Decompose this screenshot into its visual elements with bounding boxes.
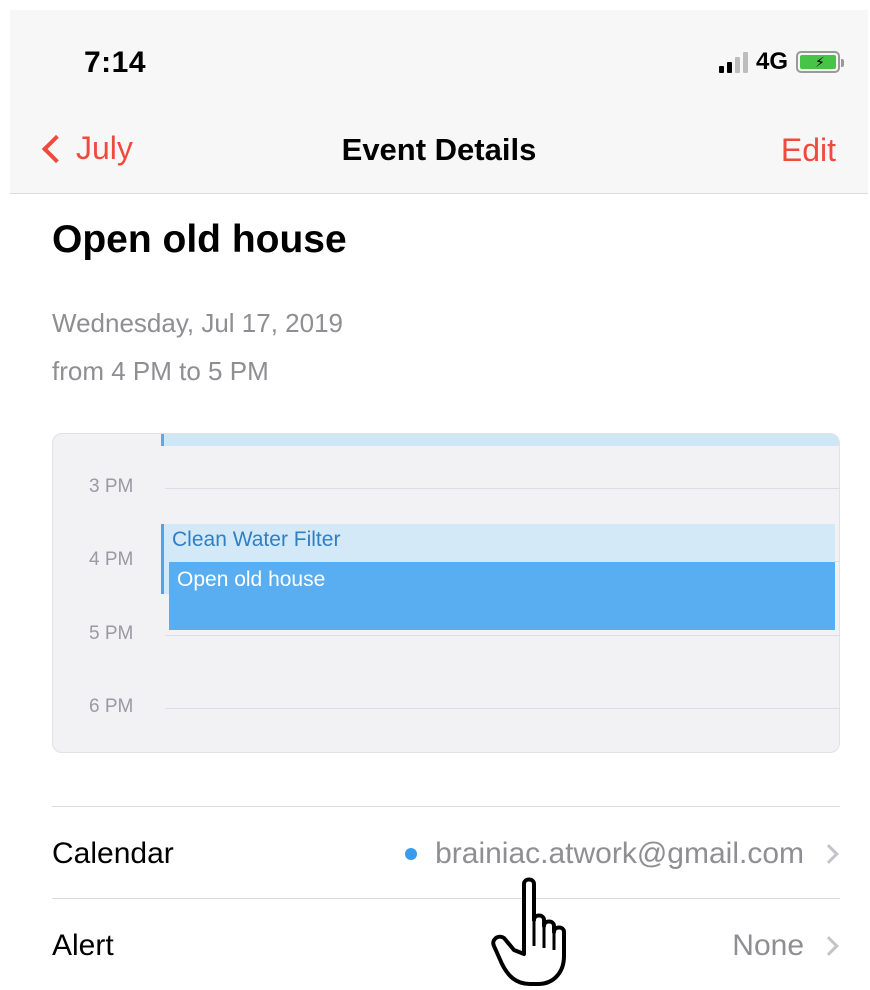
hour-label-4pm: 4 PM xyxy=(89,549,134,570)
day-preview[interactable]: 3 PM 4 PM 5 PM 6 PM Clean Water Filter O… xyxy=(52,433,840,753)
event-block-label: Clean Water Filter xyxy=(172,528,341,551)
event-block-open-old-house[interactable]: Open old house xyxy=(169,562,835,630)
alert-value-group: None xyxy=(732,929,839,963)
edit-button[interactable]: Edit xyxy=(781,132,836,169)
cellular-signal-icon xyxy=(718,51,748,73)
hand-pointer-cursor-icon xyxy=(491,877,566,986)
alert-label: Alert xyxy=(52,929,114,962)
calendar-label: Calendar xyxy=(52,837,174,870)
chevron-right-icon xyxy=(819,936,839,956)
hour-line xyxy=(165,488,839,489)
hour-label-6pm: 6 PM xyxy=(89,696,134,717)
calendar-value-group: brainiac.atwork@gmail.com xyxy=(405,837,839,871)
calendar-row[interactable]: Calendar brainiac.atwork@gmail.com xyxy=(52,806,840,898)
calendar-color-dot xyxy=(405,848,418,860)
event-time-range: from 4 PM to 5 PM xyxy=(52,356,269,386)
network-type: 4G xyxy=(755,48,788,75)
nav-title: Event Details xyxy=(341,132,537,167)
hour-label-5pm: 5 PM xyxy=(89,623,134,644)
status-time: 7:14 xyxy=(84,46,147,79)
calendar-value: brainiac.atwork@gmail.com xyxy=(435,837,804,870)
hour-line xyxy=(165,708,839,709)
hour-label-3pm: 3 PM xyxy=(89,476,134,497)
top-bar: 7:14 4G ⚡ July Event Details Edit xyxy=(10,10,868,194)
battery-charging-icon: ⚡ xyxy=(796,51,844,73)
status-indicators: 4G ⚡ xyxy=(718,48,844,76)
previous-event-strip xyxy=(161,434,839,446)
hour-line xyxy=(165,635,839,636)
chevron-right-icon xyxy=(819,844,839,864)
alert-value: None xyxy=(732,929,804,962)
alert-row[interactable]: Alert None xyxy=(52,898,840,990)
event-block-label: Open old house xyxy=(177,568,326,591)
event-date: Wednesday, Jul 17, 2019 xyxy=(52,308,344,338)
event-title: Open old house xyxy=(52,218,347,261)
